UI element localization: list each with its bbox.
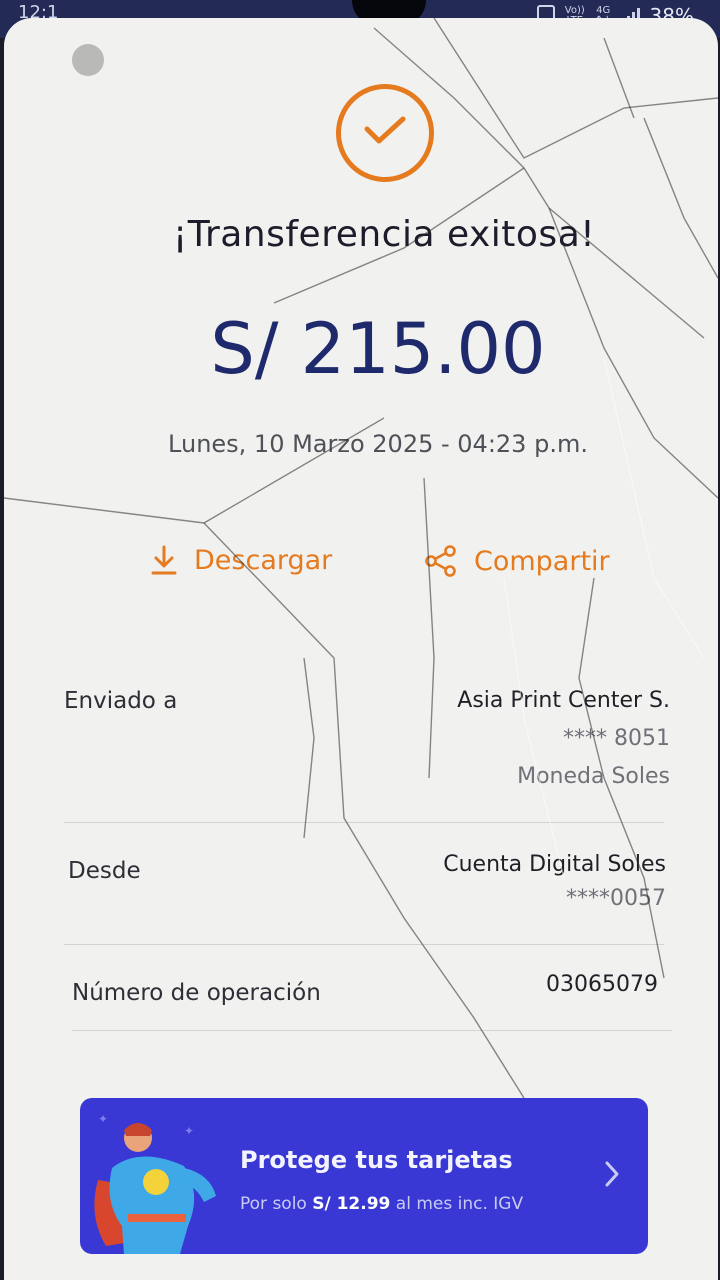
divider [64, 944, 664, 945]
phone-frame: 12:1 Vo)) LTE 4G ↑↓ 38% ¡Transferencia e… [0, 0, 720, 1280]
sparkle-icon: ✦ [184, 1124, 195, 1138]
chevron-right-icon [605, 1161, 619, 1187]
download-icon [151, 545, 177, 575]
transfer-datetime: Lunes, 10 Marzo 2025 - 04:23 p.m. [168, 430, 588, 458]
source-account-name: Cuenta Digital Soles [443, 852, 666, 877]
promo-subtitle: Por solo S/ 12.99 al mes inc. IGV [240, 1194, 523, 1214]
sent-to-label: Enviado a [64, 688, 178, 714]
superhero-mascot-icon [94, 1123, 216, 1254]
share-label: Compartir [474, 545, 610, 577]
promo-subtitle-suffix: al mes inc. IGV [390, 1194, 524, 1214]
recipient-currency: Moneda Soles [517, 764, 670, 789]
operation-number-label: Número de operación [72, 980, 321, 1006]
page-title: ¡Transferencia exitosa! [172, 214, 596, 255]
divider [72, 1030, 672, 1031]
from-label: Desde [68, 858, 141, 884]
sparkle-icon: ✦ [98, 1112, 109, 1126]
operation-number: 03065079 [546, 972, 658, 997]
screen-crack-overlay [4, 18, 718, 1099]
success-check-icon [336, 84, 434, 182]
promo-title: Protege tus tarjetas [240, 1146, 513, 1174]
divider [64, 822, 664, 823]
download-button[interactable]: Descargar [150, 544, 332, 576]
recipient-account: **** 8051 [563, 726, 670, 751]
recipient-name: Asia Print Center S. [457, 688, 670, 713]
share-icon [425, 545, 456, 577]
share-button[interactable]: Compartir [424, 544, 610, 578]
promo-subtitle-prefix: Por solo [240, 1194, 313, 1214]
download-label: Descargar [194, 544, 333, 576]
transfer-amount: S/ 215.00 [210, 308, 546, 390]
protect-cards-banner[interactable]: ✦ ✦ Protege tus tarjetas Por solo S/ 12.… [80, 1098, 648, 1254]
receipt-screen: ¡Transferencia exitosa! S/ 215.00 Lunes,… [4, 18, 718, 1280]
promo-price: S/ 12.99 [312, 1194, 391, 1214]
source-account-number: ****0057 [566, 886, 666, 911]
